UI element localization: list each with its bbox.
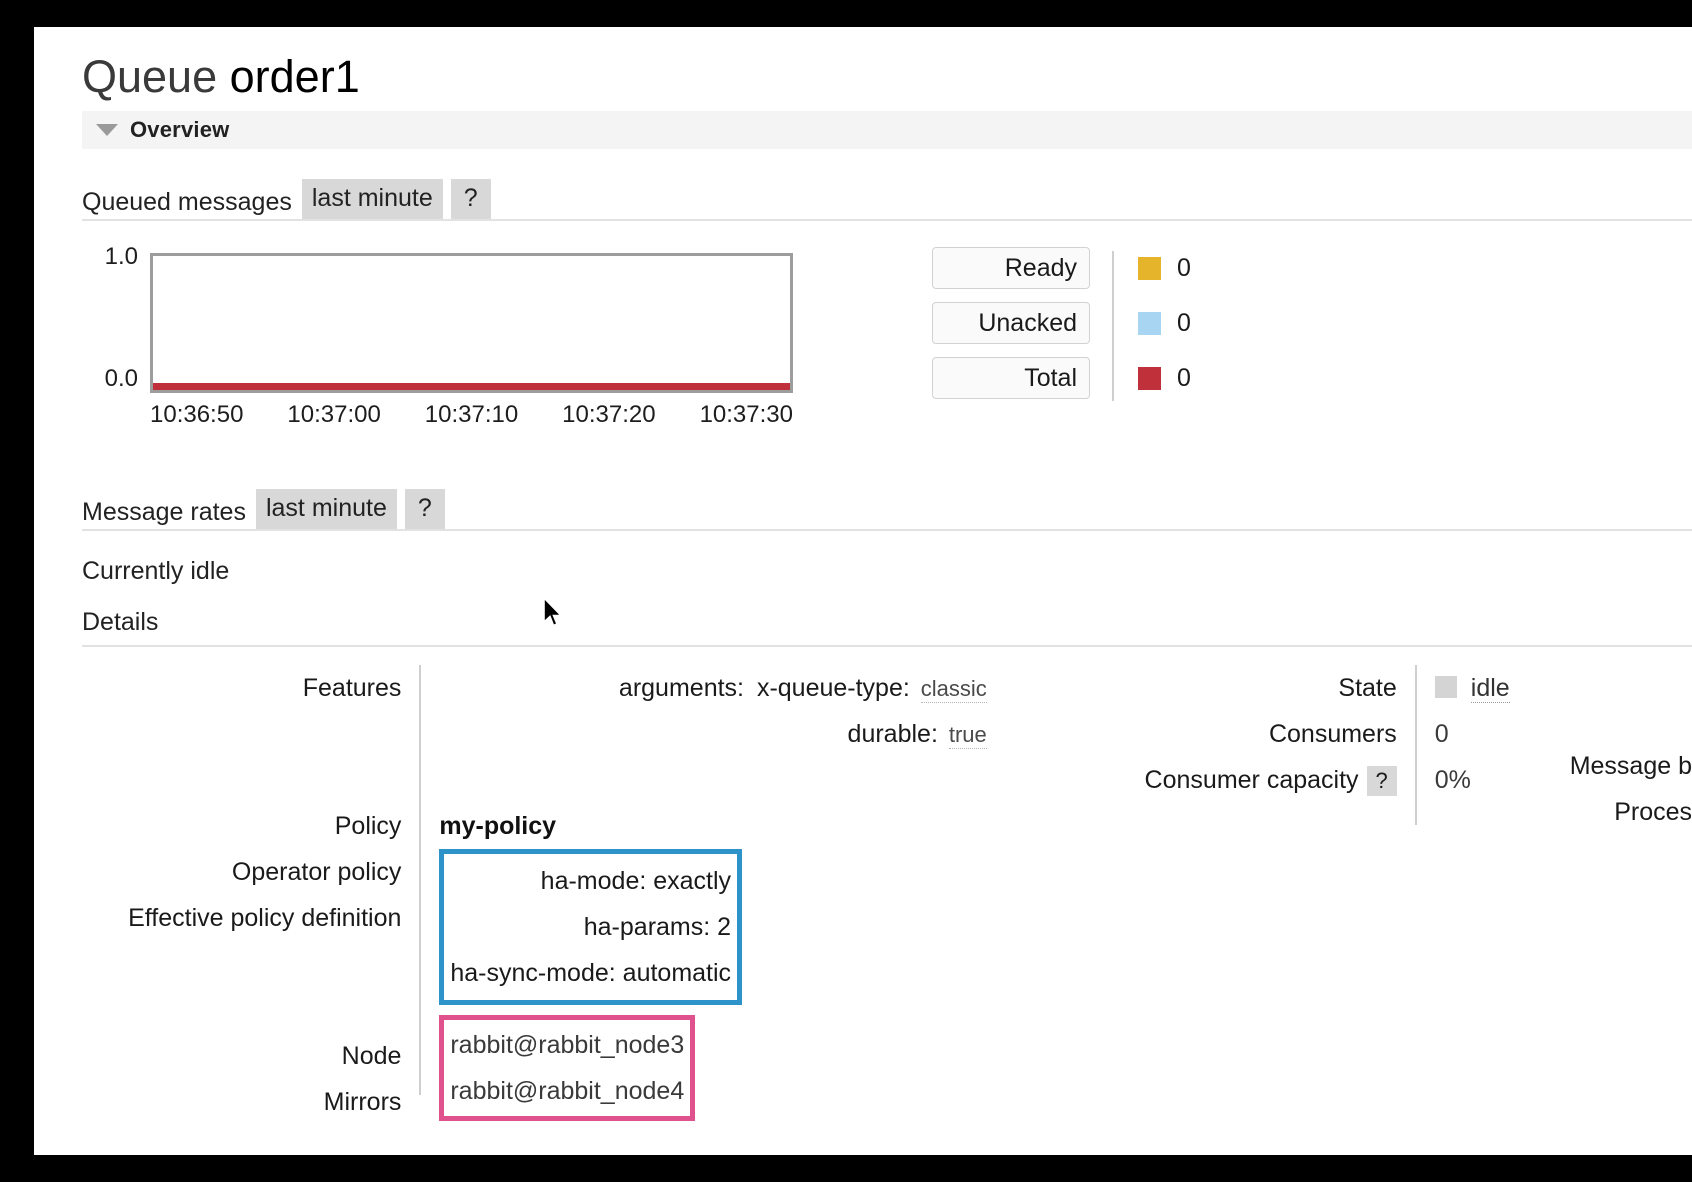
mirrors-value: rabbit@rabbit_node4: [450, 1077, 685, 1105]
series-line-total: [153, 383, 790, 390]
legend-swatch-ready: [1138, 256, 1161, 280]
policy-def-ha-mode-row: ha-mode: exactly: [450, 858, 731, 904]
label-mirrors: Mirrors: [323, 1088, 402, 1116]
chart-plot-area: [150, 253, 793, 393]
legend-count-ready: 0: [1177, 253, 1191, 282]
label-operator-policy: Operator policy: [231, 858, 402, 886]
message-rates-status: Currently idle: [82, 557, 230, 585]
policy-def-ha-params-key: ha-params:: [583, 913, 711, 941]
consumer-capacity-value: 0%: [1434, 766, 1471, 794]
consumers-value: 0: [1434, 720, 1449, 748]
legend-value-ready: 0: [1138, 247, 1191, 289]
state-indicator-icon: [1434, 676, 1457, 698]
details-grid: Features Policy Operator policy Effectiv…: [82, 665, 1692, 1125]
page-title: Queue order1: [34, 27, 1692, 105]
x-axis-tick: 10:36:50: [150, 401, 244, 428]
legend-value-total: 0: [1138, 357, 1191, 399]
legend-button-total[interactable]: Total: [932, 357, 1090, 399]
y-axis-tick-max: 1.0: [104, 243, 138, 270]
label-consumer-capacity: Consumer capacity: [1144, 766, 1359, 794]
details-far-labels: Message b Proces: [1570, 665, 1692, 835]
policy-def-ha-sync-mode-row: ha-sync-mode: automatic: [450, 950, 731, 996]
details-heading: Details: [82, 608, 1692, 647]
message-rates-period-selector[interactable]: last minute: [255, 489, 397, 529]
label-node: Node: [341, 1042, 402, 1070]
message-rates-help-icon[interactable]: ?: [404, 489, 445, 529]
x-axis-ticks: 10:36:50 10:37:00 10:37:10 10:37:20 10:3…: [150, 401, 793, 429]
consumer-capacity-help-icon[interactable]: ?: [1366, 766, 1397, 796]
details-right-column: State Consumers Consumer capacity? idle …: [1107, 665, 1510, 825]
label-consumers: Consumers: [1268, 720, 1397, 748]
legend-button-ready[interactable]: Ready: [932, 247, 1090, 289]
x-axis-tick: 10:37:20: [562, 401, 656, 428]
queued-messages-period-selector[interactable]: last minute: [301, 179, 443, 219]
details-left-divider: [419, 665, 422, 1095]
queued-messages-chart: 1.0 0.0 10:36:50 10:37:00 10:37:10 10:37…: [82, 243, 842, 443]
policy-def-ha-mode-value: exactly: [653, 867, 732, 895]
overview-section-header[interactable]: Overview: [82, 111, 1692, 149]
details-right-divider: [1414, 665, 1417, 825]
policy-def-ha-params-value: 2: [717, 913, 732, 941]
legend-swatch-total: [1138, 366, 1161, 390]
queued-messages-help-icon[interactable]: ?: [450, 179, 491, 219]
feature-arguments: arguments: x-queue-type: classic: [619, 665, 987, 711]
queued-messages-title: Queued messages: [82, 188, 292, 216]
x-axis-tick: 10:37:30: [699, 401, 793, 428]
page-title-queue-name: order1: [229, 51, 360, 102]
label-features: Features: [302, 674, 402, 702]
x-axis-tick: 10:37:00: [287, 401, 381, 428]
feature-durable-row: durable: true: [439, 711, 987, 757]
feature-x-queue-type-value: classic: [920, 676, 987, 703]
label-policy: Policy: [334, 812, 402, 840]
policy-def-ha-sync-mode-key: ha-sync-mode:: [450, 959, 616, 987]
label-process: Proces: [1614, 798, 1692, 826]
message-rates-header: Message rates last minute ?: [82, 489, 1692, 531]
queued-messages-chart-block: 1.0 0.0 10:36:50 10:37:00 10:37:10 10:37…: [82, 243, 1692, 443]
label-state: State: [1338, 674, 1397, 702]
node-mirrors-box: rabbit@rabbit_node3 rabbit@rabbit_node4: [439, 1015, 696, 1121]
queue-detail-page: Queue order1 Overview Queued messages la…: [34, 27, 1692, 1155]
y-axis-tick-min: 0.0: [104, 365, 138, 392]
overview-section-label: Overview: [130, 117, 230, 142]
legend-count-total: 0: [1177, 363, 1191, 392]
details-left-column: Features Policy Operator policy Effectiv…: [82, 665, 987, 1125]
message-rates-title: Message rates: [82, 498, 246, 526]
state-value-row: idle: [1434, 665, 1510, 711]
label-message-bytes: Message b: [1569, 752, 1692, 780]
label-consumer-capacity-row: Consumer capacity?: [1107, 757, 1397, 803]
details-left-values: arguments: x-queue-type: classic durable…: [439, 665, 987, 1121]
feature-x-queue-type-key: x-queue-type:: [756, 674, 910, 702]
policy-def-ha-mode-key: ha-mode:: [540, 867, 647, 895]
details-left-labels: Features Policy Operator policy Effectiv…: [82, 665, 401, 1125]
page-title-prefix: Queue: [82, 51, 218, 102]
legend-divider: [1112, 251, 1114, 401]
policy-def-ha-sync-mode-value: automatic: [622, 959, 732, 987]
details-far-column: Message b Proces: [1570, 665, 1692, 835]
node-value: rabbit@rabbit_node3: [450, 1031, 685, 1059]
state-value: idle: [1470, 674, 1510, 703]
chart-legend: Ready Unacked Total 0 0 0: [932, 247, 1191, 401]
details-right-labels: State Consumers Consumer capacity?: [1107, 665, 1397, 803]
feature-durable-value: true: [948, 722, 987, 749]
x-axis-tick: 10:37:10: [424, 401, 519, 428]
effective-policy-definition-box: ha-mode: exactly ha-params: 2 ha-sync-mo…: [439, 849, 743, 1005]
legend-value-unacked: 0: [1138, 302, 1191, 344]
details-right-values: idle 0 0%: [1434, 665, 1510, 803]
label-effective-policy-definition: Effective policy definition: [128, 904, 402, 932]
legend-swatch-unacked: [1138, 311, 1161, 335]
feature-arguments-key: arguments:: [618, 674, 744, 702]
legend-count-unacked: 0: [1177, 308, 1191, 337]
policy-def-ha-params-row: ha-params: 2: [450, 904, 731, 950]
feature-arguments-row: arguments: x-queue-type: classic: [439, 665, 987, 711]
feature-durable: durable: true: [848, 711, 987, 757]
queued-messages-header: Queued messages last minute ?: [82, 179, 1692, 221]
policy-value[interactable]: my-policy: [439, 803, 986, 849]
legend-button-unacked[interactable]: Unacked: [932, 302, 1090, 344]
caret-down-icon[interactable]: [96, 124, 118, 136]
feature-durable-key: durable:: [847, 720, 938, 748]
